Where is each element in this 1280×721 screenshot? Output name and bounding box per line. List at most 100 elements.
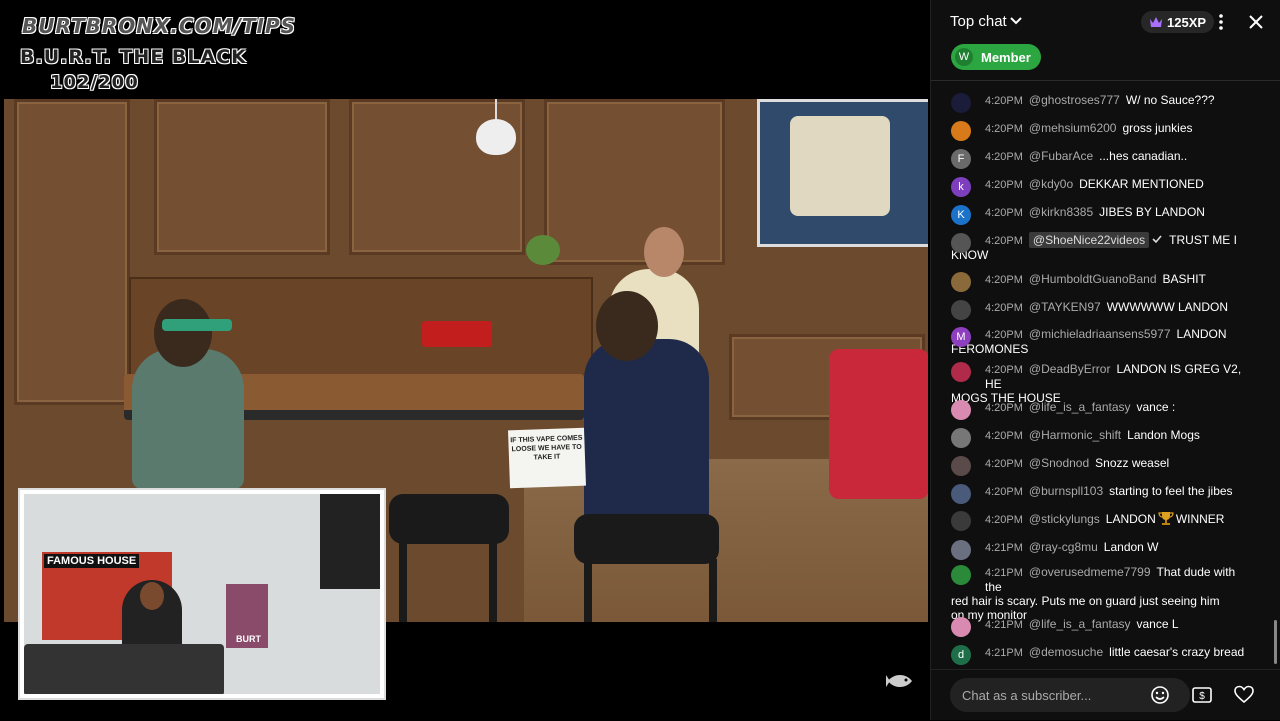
chat-message[interactable]: M 4:20PM @michieladriaansens5977 LANDON FERO… (951, 327, 1251, 356)
message-text: BASHIT (1162, 272, 1206, 286)
chevron-down-icon[interactable] (1009, 14, 1023, 28)
message-author[interactable]: @overusedmeme7799 (1029, 565, 1151, 579)
chat-message[interactable]: 4:21PM @life_is_a_fantasy vance L (951, 617, 1251, 637)
sofa (24, 644, 224, 694)
chat-message[interactable]: 4:20PM @stickylungs LANDON WINNER (951, 511, 1251, 531)
chat-message[interactable]: d 4:21PM @demosuche little caesar's crazy b… (951, 645, 1251, 665)
message-author[interactable]: @ray-cg8mu (1029, 540, 1098, 554)
avatar[interactable] (951, 565, 971, 585)
message-time: 4:20PM (985, 514, 1023, 526)
headband (162, 319, 232, 331)
chat-message[interactable]: 4:20PM @ShoeNice22videos TRUST ME I KNOW (951, 232, 1251, 262)
message-author[interactable]: @burnspll103 (1029, 484, 1103, 498)
chat-message[interactable]: 4:20PM @burnspll103 starting to feel the j… (951, 484, 1251, 504)
streamer-head (140, 582, 164, 610)
chat-message[interactable]: 4:21PM @overusedmeme7799 That dude with th… (951, 565, 1251, 622)
message-author[interactable]: @TAYKEN97 (1029, 300, 1101, 314)
message-author[interactable]: @kdy0o (1029, 177, 1073, 191)
avatar[interactable] (951, 400, 971, 420)
chat-message[interactable]: 4:20PM @Snodnod Snozz weasel (951, 456, 1251, 476)
chat-message[interactable]: 4:20PM @DeadByError LANDON IS GREG V2, HE M… (951, 362, 1251, 405)
overlay-counter: 102/200 (50, 72, 139, 93)
chat-message-list[interactable]: 4:20PM @ghostroses777 W/ no Sauce??? 4:20PM… (931, 81, 1280, 669)
avatar[interactable]: d (951, 645, 971, 665)
message-text: little caesar's crazy bread (1109, 645, 1245, 659)
message-text: DEKKAR MENTIONED (1079, 177, 1204, 191)
chat-message[interactable]: F 4:20PM @FubarAce ...hes canadian.. (951, 149, 1251, 169)
message-author[interactable]: @demosuche (1029, 645, 1103, 659)
message-text-continued: KNOW (951, 248, 989, 262)
avatar[interactable]: F (951, 149, 971, 169)
message-text: TRUST ME I (1169, 233, 1237, 247)
bar-stool (574, 514, 719, 564)
mic-arm (320, 494, 380, 589)
stool-leg (709, 559, 717, 622)
message-time: 4:20PM (985, 207, 1023, 219)
message-author[interactable]: @stickylungs (1029, 512, 1100, 526)
message-author[interactable]: @mehsium6200 (1029, 121, 1117, 135)
streamer-webcam: FAMOUS HOUSE BURT (18, 488, 386, 700)
super-chat-icon[interactable]: $ (1191, 685, 1213, 705)
avatar[interactable] (951, 93, 971, 113)
heart-icon[interactable] (1234, 685, 1254, 705)
avatar[interactable] (951, 456, 971, 476)
chat-mode-selector[interactable]: Top chat (950, 13, 1007, 30)
xp-badge[interactable]: 125XP (1141, 11, 1215, 33)
message-author[interactable]: @ShoeNice22videos (1028, 232, 1150, 248)
video-player[interactable]: BURTBRONX.COM/TIPS B.U.R.T. THE BLACK 10… (0, 0, 930, 720)
message-author[interactable]: @DeadByError (1029, 362, 1111, 376)
message-text: LANDON IS GREG V2, HE (985, 362, 1242, 391)
avatar[interactable] (951, 428, 971, 448)
avatar[interactable]: k (951, 177, 971, 197)
message-author[interactable]: @life_is_a_fantasy (1029, 400, 1131, 414)
member-filter-chip[interactable]: W Member (951, 44, 1041, 70)
chat-message[interactable]: 4:20PM @life_is_a_fantasy vance : (951, 400, 1251, 420)
chat-message[interactable]: 4:20PM @ghostroses777 W/ no Sauce??? (951, 93, 1251, 113)
message-time: 4:20PM (985, 486, 1023, 498)
vape-sign: IF THIS VAPE COMES LOOSE WE HAVE TO TAKE… (508, 427, 586, 489)
message-author[interactable]: @Snodnod (1029, 456, 1089, 470)
avatar[interactable] (951, 233, 971, 253)
emoji-icon[interactable] (1150, 685, 1170, 705)
avatar[interactable] (951, 300, 971, 320)
close-icon[interactable] (1246, 12, 1266, 32)
message-author[interactable]: @FubarAce (1029, 149, 1093, 163)
avatar[interactable] (951, 121, 971, 141)
chat-message[interactable]: K 4:20PM @kirkn8385 JIBES BY LANDON (951, 205, 1251, 225)
avatar[interactable] (951, 511, 971, 531)
message-text-continued: red hair is scary. Puts me on guard just… (951, 594, 1220, 608)
message-text: WWWWWW LANDON (1106, 300, 1228, 314)
chat-message[interactable]: 4:20PM @TAYKEN97 WWWWWW LANDON (951, 300, 1251, 320)
message-time: 4:21PM (985, 542, 1023, 554)
chat-message[interactable]: k 4:20PM @kdy0o DEKKAR MENTIONED (951, 177, 1251, 197)
avatar[interactable]: K (951, 205, 971, 225)
avatar[interactable] (951, 272, 971, 292)
message-text: JIBES BY LANDON (1099, 205, 1205, 219)
chat-message[interactable]: 4:20PM @mehsium6200 gross junkies (951, 121, 1251, 141)
more-options-icon[interactable] (1211, 12, 1231, 32)
avatar[interactable] (951, 540, 971, 560)
avatar[interactable] (951, 617, 971, 637)
chat-message[interactable]: 4:20PM @HumboldtGuanoBand BASHIT (951, 272, 1251, 292)
avatar[interactable] (951, 484, 971, 504)
chat-header: Top chat 125XP (931, 0, 1280, 44)
message-time: 4:20PM (985, 274, 1023, 286)
chat-message[interactable]: 4:20PM @Harmonic_shift Landon Mogs (951, 428, 1251, 448)
message-text: Landon W (1103, 540, 1159, 554)
chat-scrollbar[interactable] (1274, 620, 1277, 664)
plant (526, 235, 560, 265)
message-author[interactable]: @ghostroses777 (1029, 93, 1120, 107)
message-author[interactable]: @life_is_a_fantasy (1029, 617, 1131, 631)
message-author[interactable]: @kirkn8385 (1029, 205, 1093, 219)
avatar[interactable] (951, 362, 971, 382)
chat-message[interactable]: 4:21PM @ray-cg8mu Landon W (951, 540, 1251, 560)
message-text: Snozz weasel (1095, 456, 1170, 470)
message-author[interactable]: @michieladriaansens5977 (1029, 327, 1171, 341)
avatar[interactable]: M (951, 327, 971, 347)
message-author[interactable]: @Harmonic_shift (1029, 428, 1121, 442)
wall-panel (14, 99, 130, 405)
ceiling-lamp (476, 99, 516, 155)
message-author[interactable]: @HumboldtGuanoBand (1029, 272, 1157, 286)
person-front-head (596, 291, 658, 361)
wall-poster (757, 99, 928, 247)
